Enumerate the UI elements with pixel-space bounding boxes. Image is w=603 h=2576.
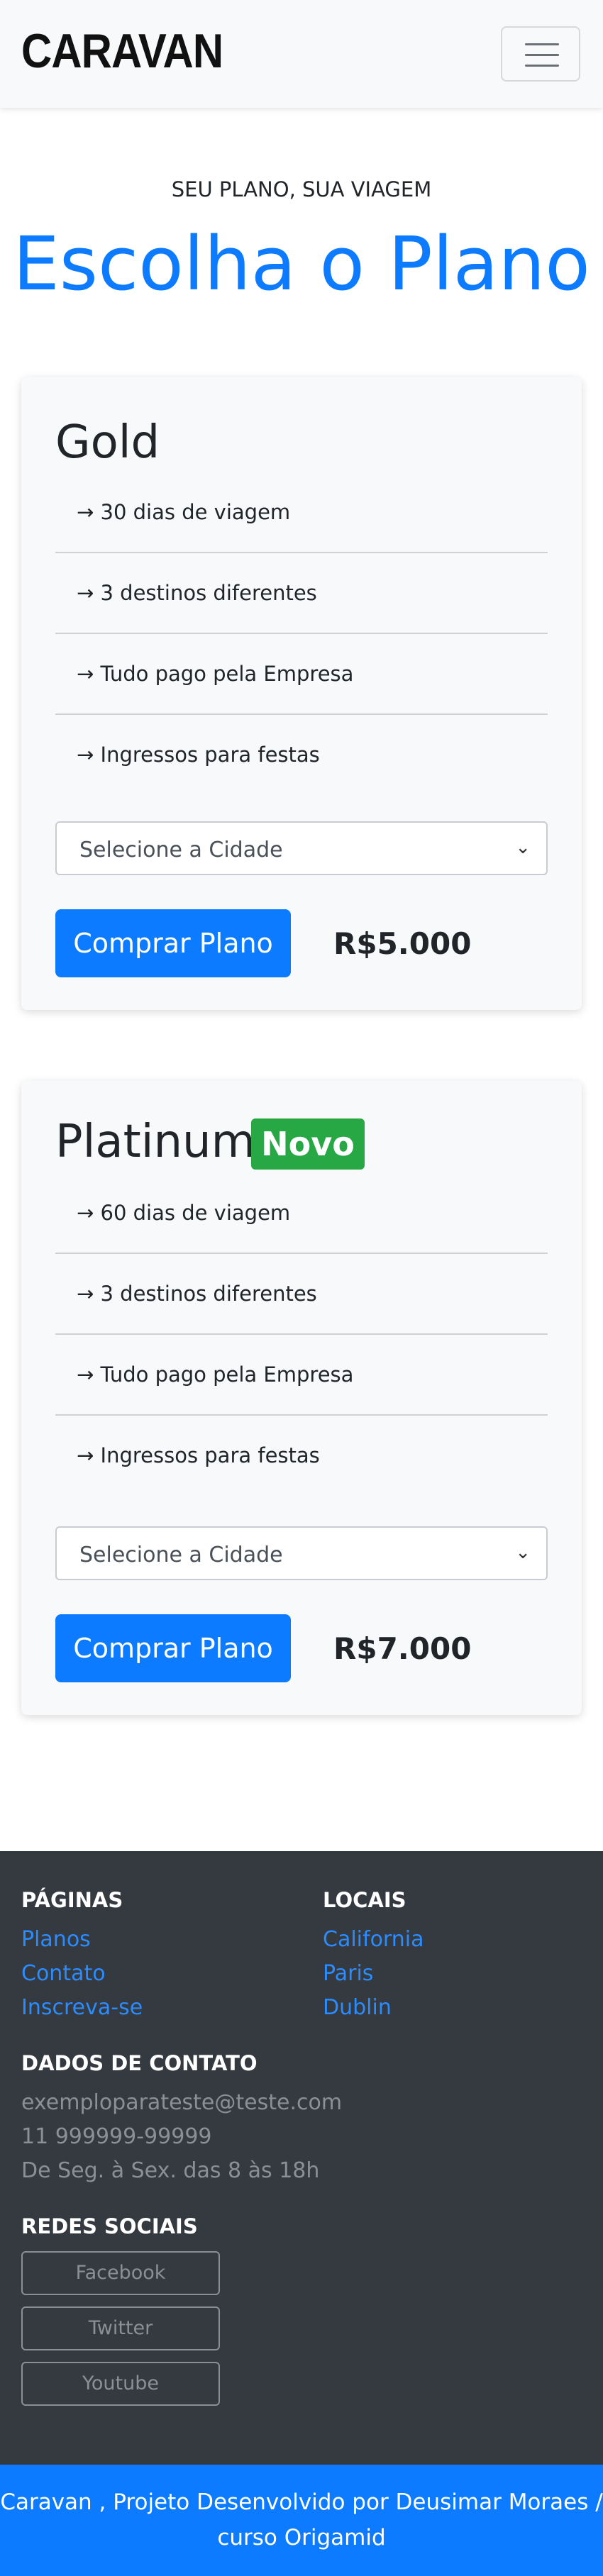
plan-feature: → 3 destinos diferentes <box>55 553 548 634</box>
contact-hours: De Seg. à Sex. das 8 às 18h <box>21 2158 320 2183</box>
menu-toggle-button[interactable] <box>501 26 580 82</box>
hamburger-icon <box>525 43 559 45</box>
twitter-button[interactable]: Twitter <box>21 2306 220 2350</box>
contact-phone: 11 999999-99999 <box>21 2124 212 2149</box>
contact-email: exemploparateste@teste.com <box>21 2090 343 2115</box>
plan-card-platinum: Platinum Novo → 60 dias de viagem → 3 de… <box>21 1081 582 1715</box>
footer-link-planos[interactable]: Planos <box>21 1927 91 1952</box>
copyright-line-2: curso Origamid <box>217 2525 386 2550</box>
new-badge: Novo <box>251 1118 365 1170</box>
footer-link-contato[interactable]: Contato <box>21 1961 106 1986</box>
navbar: CARAVAN <box>0 0 603 108</box>
footer-pages-heading: PÁGINAS <box>21 1888 123 1912</box>
footer-link-inscreva[interactable]: Inscreva-se <box>21 1995 143 2020</box>
plan-price: R$5.000 <box>333 926 472 961</box>
city-select[interactable]: Selecione a Cidade ⌄ <box>55 1526 548 1580</box>
hamburger-icon-line <box>525 65 559 67</box>
copyright-line-1: Caravan , Projeto Desenvolvido por Deusi… <box>0 2489 603 2515</box>
chevron-down-icon: ⌄ <box>515 837 531 858</box>
buy-plan-button[interactable]: Comprar Plano <box>55 909 291 977</box>
plan-title: Gold <box>55 416 160 469</box>
plan-feature: → Tudo pago pela Empresa <box>55 634 548 715</box>
footer-places-heading: LOCAIS <box>323 1888 406 1912</box>
brand-logo[interactable]: CARAVAN <box>21 27 223 75</box>
footer-link-paris[interactable]: Paris <box>323 1961 373 1986</box>
footer: PÁGINAS Planos Contato Inscreva-se LOCAI… <box>0 1851 603 2465</box>
plan-feature: → 60 dias de viagem <box>55 1173 548 1254</box>
plan-feature: → Ingressos para festas <box>77 743 320 767</box>
chevron-down-icon: ⌄ <box>515 1542 531 1563</box>
youtube-button[interactable]: Youtube <box>21 2362 220 2406</box>
plan-feature: → Tudo pago pela Empresa <box>55 1335 548 1416</box>
intro-subtitle: SEU PLANO, SUA VIAGEM <box>171 177 432 201</box>
footer-link-dublin[interactable]: Dublin <box>323 1995 392 2020</box>
facebook-button[interactable]: Facebook <box>21 2251 220 2295</box>
plan-feature: → Ingressos para festas <box>77 1443 320 1467</box>
plan-feature: → 3 destinos diferentes <box>55 1254 548 1335</box>
plan-price: R$7.000 <box>333 1631 472 1666</box>
plan-title: Platinum <box>55 1116 255 1168</box>
footer-social-heading: REDES SOCIAIS <box>21 2214 198 2238</box>
footer-contact-heading: DADOS DE CONTATO <box>21 2051 258 2075</box>
copyright-bar: Caravan , Projeto Desenvolvido por Deusi… <box>0 2465 603 2576</box>
buy-plan-button[interactable]: Comprar Plano <box>55 1614 291 1682</box>
hamburger-icon-line <box>525 54 559 56</box>
city-select[interactable]: Selecione a Cidade ⌄ <box>55 821 548 875</box>
plan-card-gold: Gold → 30 dias de viagem → 3 destinos di… <box>21 377 582 1010</box>
footer-link-california[interactable]: California <box>323 1927 424 1952</box>
page-title: Escolha o Plano <box>13 221 590 307</box>
plan-feature: → 30 dias de viagem <box>55 472 548 553</box>
